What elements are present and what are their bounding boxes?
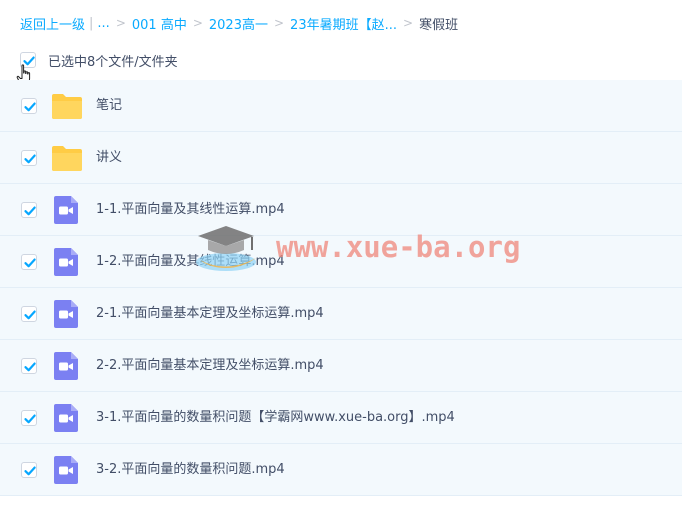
file-checkbox[interactable] xyxy=(21,201,37,218)
file-row[interactable]: 2-1.平面向量基本定理及坐标运算.mp4 xyxy=(0,288,682,340)
folder-icon xyxy=(52,94,82,119)
checkmark-icon xyxy=(24,310,36,319)
back-link[interactable]: 返回上一级 xyxy=(20,14,85,33)
checkmark-icon xyxy=(24,258,36,267)
file-row[interactable]: 3-2.平面向量的数量积问题.mp4 xyxy=(0,444,682,496)
file-name[interactable]: 3-1.平面向量的数量积问题【学霸网www.xue-ba.org】.mp4 xyxy=(96,392,455,444)
video-file-icon xyxy=(54,404,78,432)
selection-bar: 已选中8个文件/文件夹 xyxy=(20,50,178,70)
file-name[interactable]: 1-1.平面向量及其线性运算.mp4 xyxy=(96,184,285,236)
video-file-icon xyxy=(54,352,78,380)
checkmark-icon xyxy=(24,206,36,215)
file-checkbox[interactable] xyxy=(21,149,37,166)
file-checkbox[interactable] xyxy=(21,253,37,270)
file-list: 笔记 讲义 1-1.平面向量及其线性运算.mp4 1-2.平面向量及其线性运算.mp4… xyxy=(0,80,682,496)
file-row[interactable]: 讲义 xyxy=(0,132,682,184)
breadcrumb-item-summer[interactable]: 23年暑期班【赵... xyxy=(290,14,397,33)
selection-count-label: 已选中8个文件/文件夹 xyxy=(48,54,178,70)
file-name[interactable]: 2-2.平面向量基本定理及坐标运算.mp4 xyxy=(96,340,324,392)
file-row[interactable]: 3-1.平面向量的数量积问题【学霸网www.xue-ba.org】.mp4 xyxy=(0,392,682,444)
chevron-right-icon: > xyxy=(192,16,203,30)
breadcrumb-item-2023[interactable]: 2023高一 xyxy=(209,14,268,33)
chevron-right-icon: > xyxy=(273,16,285,30)
checkmark-icon xyxy=(24,154,36,163)
file-name[interactable]: 笔记 xyxy=(96,80,122,132)
breadcrumb-current: 寒假班 xyxy=(419,17,459,33)
breadcrumb-item-001[interactable]: 001 高中 xyxy=(132,14,187,33)
file-name[interactable]: 2-1.平面向量基本定理及坐标运算.mp4 xyxy=(96,288,324,340)
file-row[interactable]: 2-2.平面向量基本定理及坐标运算.mp4 xyxy=(0,340,682,392)
checkmark-icon xyxy=(24,362,36,371)
file-name[interactable]: 1-2.平面向量及其线性运算.mp4 xyxy=(96,236,285,288)
file-row[interactable]: 1-2.平面向量及其线性运算.mp4 xyxy=(0,236,682,288)
video-file-icon xyxy=(54,456,78,484)
checkmark-icon xyxy=(24,414,36,423)
folder-icon xyxy=(52,146,82,171)
file-name[interactable]: 3-2.平面向量的数量积问题.mp4 xyxy=(96,444,285,496)
breadcrumb: 返回上一级 | ... > 001 高中 > 2023高一 > 23年暑期班【赵… xyxy=(20,13,458,33)
checkmark-icon xyxy=(24,466,36,475)
file-row[interactable]: 1-1.平面向量及其线性运算.mp4 xyxy=(0,184,682,236)
file-checkbox[interactable] xyxy=(21,409,37,426)
checkmark-icon xyxy=(24,102,36,111)
file-checkbox[interactable] xyxy=(21,461,37,478)
breadcrumb-divider: | xyxy=(89,15,94,31)
file-row[interactable]: 笔记 xyxy=(0,80,682,132)
file-checkbox[interactable] xyxy=(21,305,37,322)
file-checkbox[interactable] xyxy=(21,357,37,374)
video-file-icon xyxy=(54,248,78,276)
file-name[interactable]: 讲义 xyxy=(96,132,122,184)
video-file-icon xyxy=(54,300,78,328)
file-checkbox[interactable] xyxy=(21,97,37,114)
video-file-icon xyxy=(54,196,78,224)
chevron-right-icon: > xyxy=(115,16,126,30)
breadcrumb-ellipsis[interactable]: ... xyxy=(97,16,109,31)
chevron-right-icon: > xyxy=(403,16,414,30)
